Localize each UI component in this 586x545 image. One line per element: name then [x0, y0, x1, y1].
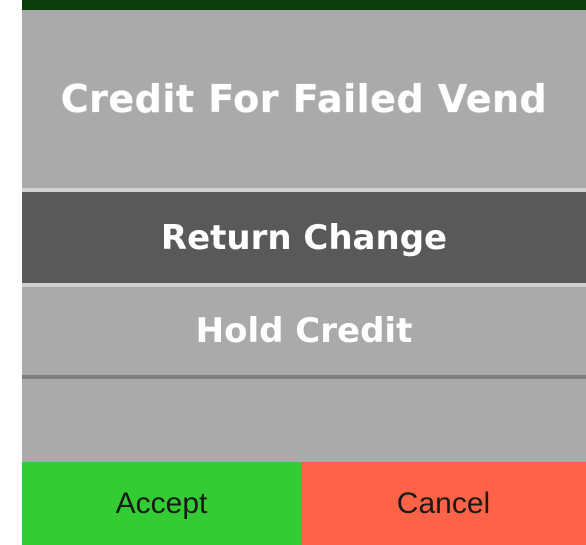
option-return-change[interactable]: Return Change: [22, 192, 586, 283]
cancel-button-label: Cancel: [396, 486, 491, 520]
option-hold-credit[interactable]: Hold Credit: [22, 287, 586, 375]
accept-button-label: Accept: [115, 486, 208, 520]
empty-area: [22, 379, 586, 462]
dialog-title: Credit For Failed Vend: [60, 77, 548, 121]
cancel-button[interactable]: Cancel: [301, 462, 586, 545]
top-bar: [22, 0, 586, 10]
failed-vend-dialog: Credit For Failed Vend Return Change Hol…: [22, 0, 586, 545]
title-area: Credit For Failed Vend: [22, 10, 586, 188]
option-label: Hold Credit: [195, 311, 413, 351]
accept-button[interactable]: Accept: [22, 462, 301, 545]
option-label: Return Change: [160, 217, 448, 258]
